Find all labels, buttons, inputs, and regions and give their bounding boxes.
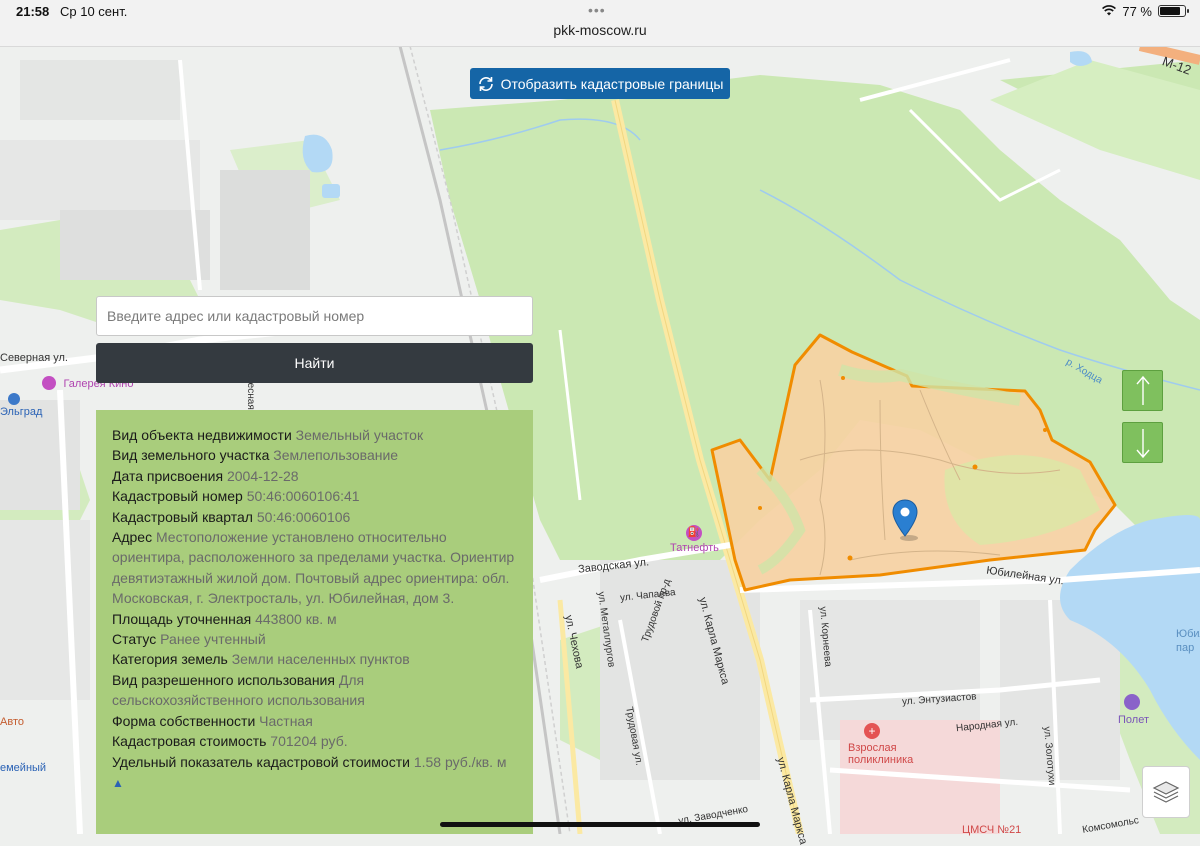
info-row-key: Адрес (112, 529, 153, 546)
info-row: Вид разрешенного использования Для сельс… (112, 670, 517, 711)
find-button[interactable]: Найти (96, 343, 533, 383)
scroll-down-button[interactable] (1122, 422, 1163, 463)
parcel-info-panel: Вид объекта недвижимости Земельный участ… (96, 410, 533, 834)
info-row: Дата присвоения 2004-12-28 (112, 466, 517, 486)
poi-label: Эльград (0, 406, 43, 418)
road-label: Северная ул. (0, 352, 68, 364)
home-indicator[interactable] (440, 822, 760, 827)
info-row: Кадастровый квартал 50:46:0060106 (112, 507, 517, 527)
info-row: Кадастровая стоимость 701204 руб. (112, 731, 517, 751)
info-row-value: 50:46:0060106:41 (246, 488, 360, 505)
info-row-key: Вид земельного участка (112, 447, 270, 464)
boundaries-button-label: Отобразить кадастровые границы (500, 75, 724, 92)
info-row-key: Кадастровая стоимость (112, 733, 267, 750)
info-row-key: Кадастровый квартал (112, 508, 253, 525)
cinema-icon (1124, 694, 1140, 710)
multitask-dots-icon[interactable]: ••• (588, 2, 606, 18)
info-row-value: 443800 кв. м (255, 610, 337, 627)
info-row-value: Земельный участок (295, 427, 424, 443)
info-row-key: Вид разрешенного использования (112, 671, 335, 688)
info-row: Форма собственности Частная (112, 711, 517, 731)
arrow-up-icon (1135, 375, 1150, 405)
refresh-icon (478, 76, 493, 91)
poi-label: Взрослая (848, 742, 897, 754)
url-bar[interactable]: pkk-moscow.ru (0, 22, 1200, 38)
info-row-value: 701204 руб. (270, 733, 348, 750)
cinema-icon (42, 375, 56, 390)
info-row-value: 2004-12-28 (226, 467, 299, 484)
status-bar: 21:58 Ср 10 сент. ••• pkk-moscow.ru 77 % (0, 0, 1200, 47)
poi-clinic[interactable]: + (864, 722, 880, 740)
info-row-value: Земли населенных пунктов (231, 651, 410, 668)
scroll-up-button[interactable] (1122, 370, 1163, 411)
hospital-icon: + (864, 723, 880, 739)
poi-label: Татнефть (670, 542, 719, 554)
info-row: Категория земель Земли населенных пункто… (112, 649, 517, 669)
poi-polet[interactable] (1124, 694, 1140, 715)
info-row: Вид земельного участка Землепользование (112, 445, 517, 465)
info-row: Статус Ранее учтенный (112, 629, 517, 649)
info-row-key: Статус (112, 631, 157, 648)
info-row-value: Ранее учтенный (160, 631, 266, 648)
poi-label: Полет (1118, 714, 1149, 726)
search-input[interactable] (96, 296, 533, 336)
poi-label: Юбил (1176, 628, 1200, 640)
show-cadastral-boundaries-button[interactable]: Отобразить кадастровые границы (470, 68, 730, 99)
info-row: Кадастровый номер 50:46:0060106:41 (112, 486, 517, 506)
poi-label: емейный (0, 762, 47, 774)
status-date: Ср 10 сент. (60, 4, 128, 19)
collapse-arrow-icon[interactable]: ▲ (112, 773, 517, 793)
arrow-down-icon (1135, 428, 1150, 458)
location-pin-icon[interactable] (891, 498, 919, 542)
status-time: 21:58 (16, 4, 50, 19)
shop-icon (8, 393, 20, 405)
info-row-value: 1.58 руб./кв. м (413, 753, 507, 770)
layers-button[interactable] (1142, 766, 1190, 818)
info-row: Удельный показатель кадастровой стоимост… (112, 752, 517, 772)
info-row: Площадь уточненная 443800 кв. м (112, 609, 517, 629)
info-row-key: Категория земель (112, 651, 228, 668)
battery-percent: 77 % (1122, 4, 1152, 19)
poi-label: ЦМСЧ №21 (962, 824, 1022, 836)
poi-tatneft[interactable]: ⛽ (686, 522, 702, 541)
poi-label: Авто (0, 716, 24, 728)
layers-icon (1152, 781, 1180, 803)
wifi-icon (1102, 5, 1116, 16)
info-row: Адрес Местоположение установлено относит… (112, 527, 517, 609)
poi-label: поликлиника (848, 754, 914, 766)
battery-icon (1158, 5, 1189, 17)
info-row-key: Удельный показатель кадастровой стоимост… (112, 753, 410, 770)
info-row-key: Вид объекта недвижимости (112, 427, 292, 443)
info-row-key: Кадастровый номер (112, 488, 243, 505)
info-row-key: Дата присвоения (112, 467, 224, 484)
info-row-value: 50:46:0060106 (256, 508, 351, 525)
info-row: Вид объекта недвижимости Земельный участ… (112, 425, 517, 445)
info-row-value: Землепользование (273, 447, 399, 464)
info-row-value: Частная (259, 712, 313, 729)
info-row-key: Площадь уточненная (112, 610, 252, 627)
info-row-value: Местоположение установлено относительно … (112, 529, 515, 607)
info-rows: Вид объекта недвижимости Земельный участ… (112, 425, 517, 772)
info-row-key: Форма собственности (112, 712, 256, 729)
fuel-icon: ⛽ (686, 525, 702, 541)
poi-label: пар (1176, 642, 1195, 654)
